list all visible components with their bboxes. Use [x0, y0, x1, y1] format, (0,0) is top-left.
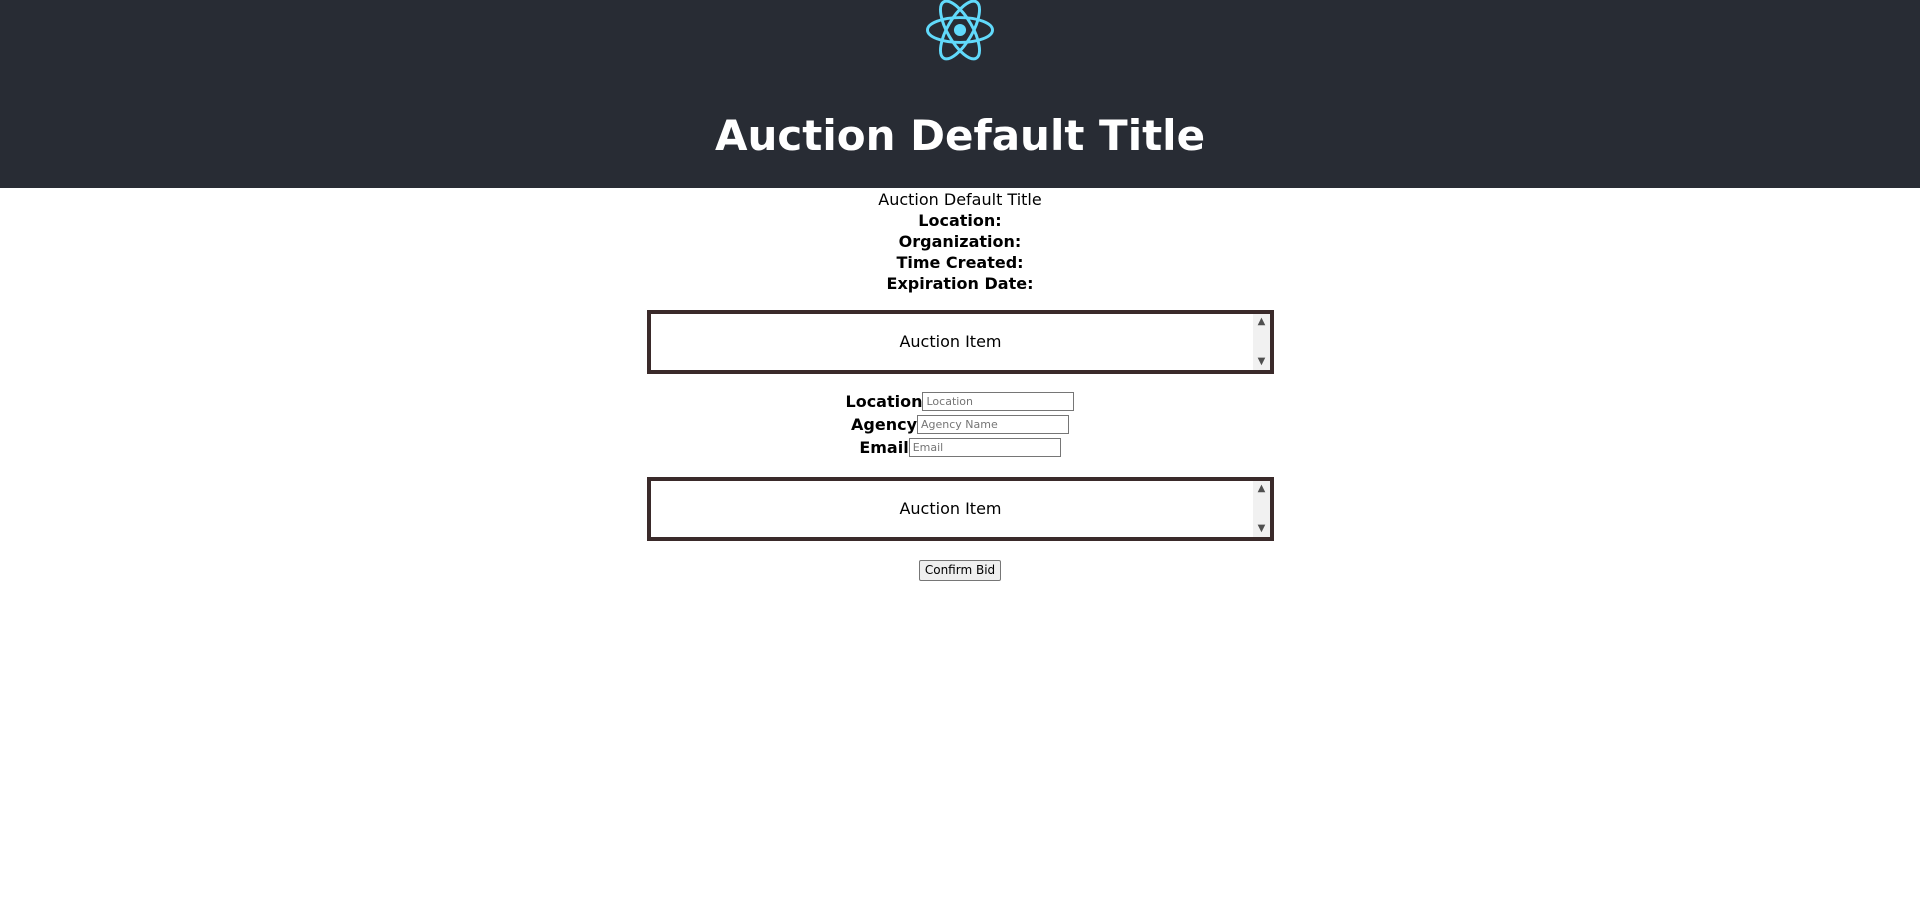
auction-info: Auction Default Title Location: Organiza… — [0, 189, 1920, 294]
auction-item-list[interactable]: Auction Item ▲ ▼ — [647, 477, 1274, 541]
expiration-date-label: Expiration Date: — [886, 274, 1034, 293]
agency-label: Agency — [851, 415, 917, 434]
chevron-up-icon[interactable]: ▲ — [1253, 482, 1270, 496]
chevron-up-icon[interactable]: ▲ — [1253, 315, 1270, 329]
email-label: Email — [859, 438, 909, 457]
react-logo-icon — [926, 0, 994, 61]
chevron-down-icon[interactable]: ▼ — [1253, 522, 1270, 536]
email-input[interactable] — [908, 438, 1061, 457]
auction-item: Auction Item — [899, 499, 1002, 518]
confirm-area: Confirm Bid — [0, 559, 1920, 581]
scrollbar[interactable]: ▲ ▼ — [1253, 481, 1270, 537]
scrollbar[interactable]: ▲ ▼ — [1253, 314, 1270, 370]
auction-title: Auction Default Title — [878, 190, 1042, 209]
location-info-label: Location: — [918, 211, 1002, 230]
confirm-bid-button[interactable]: Confirm Bid — [918, 559, 1002, 581]
auction-item-list[interactable]: Auction Item ▲ ▼ — [647, 310, 1274, 374]
location-input[interactable] — [922, 392, 1075, 411]
agency-row: Agency — [0, 414, 1920, 437]
page-title: Auction Default Title — [714, 111, 1206, 160]
auction-item: Auction Item — [899, 332, 1002, 351]
agency-input[interactable] — [917, 415, 1069, 434]
location-label: Location — [845, 392, 923, 411]
email-row: Email — [0, 437, 1920, 460]
organization-info-label: Organization: — [898, 232, 1022, 251]
chevron-down-icon[interactable]: ▼ — [1253, 355, 1270, 369]
time-created-label: Time Created: — [896, 253, 1024, 272]
app-header: Auction Default Title — [0, 0, 1920, 188]
location-row: Location — [0, 391, 1920, 414]
